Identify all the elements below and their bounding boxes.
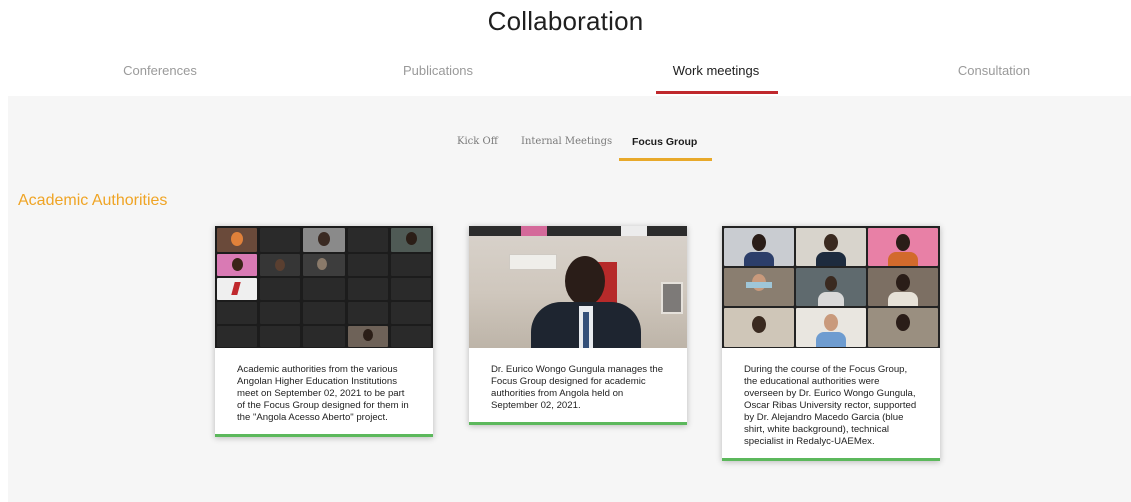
participant-tile (217, 278, 257, 300)
participant-tile (260, 302, 300, 324)
subtab-focus-group-label: Focus Group (632, 136, 698, 148)
participant-tile (348, 254, 388, 276)
participant-tile (796, 228, 866, 266)
participant-tile (217, 254, 257, 276)
participant-tile (217, 302, 257, 324)
participant-tile (303, 302, 345, 324)
participant-tile (348, 278, 388, 300)
participant-tile (868, 268, 938, 306)
participant-tile (391, 302, 431, 324)
participant-tile (217, 326, 257, 347)
main-tab-bar: Conferences Publications Work meetings C… (0, 60, 1131, 94)
participant-tile (391, 254, 431, 276)
participant-tile (217, 228, 257, 252)
participant-tile (724, 228, 794, 266)
sub-tab-bar: Kick Off Internal Meetings Focus Group (0, 134, 1131, 164)
speaker-tie (583, 312, 589, 348)
tab-work-meetings-label: Work meetings (672, 63, 760, 78)
zoom-gallery-photo (722, 226, 940, 348)
participant-tile (868, 308, 938, 347)
participant-tile (796, 308, 866, 347)
page-title: Collaboration (487, 6, 644, 36)
tab-work-meetings[interactable]: Work meetings (586, 60, 846, 94)
video-strip (469, 226, 687, 236)
card-caption: Dr. Eurico Wongo Gungula manages the Foc… (491, 364, 664, 411)
section-title: Academic Authorities (18, 192, 168, 209)
tab-consultation[interactable]: Consultation (864, 60, 1124, 82)
card-zoom-gallery[interactable]: During the course of the Focus Group, th… (722, 226, 940, 461)
participant-tile (303, 326, 345, 347)
air-conditioner (509, 254, 557, 270)
participant-tile (724, 268, 794, 306)
card-caption: Academic authorities from the various An… (237, 364, 409, 423)
participant-tile (260, 326, 300, 347)
participant-tile (303, 278, 345, 300)
participant-tile (348, 326, 388, 347)
participant-tile (868, 228, 938, 266)
zoom-grid-photo (215, 226, 433, 348)
speaker-photo (469, 226, 687, 348)
card-meeting-grid[interactable]: Academic authorities from the various An… (215, 226, 433, 437)
card-speaker[interactable]: Dr. Eurico Wongo Gungula manages the Foc… (469, 226, 687, 425)
participant-tile (391, 326, 431, 347)
speaker-head (565, 256, 605, 306)
participant-thumb (621, 226, 647, 236)
participant-tile (391, 278, 431, 300)
active-tab-underline (656, 91, 778, 94)
participant-tile (348, 228, 388, 252)
participant-tile (303, 254, 345, 276)
participant-thumb (521, 226, 547, 236)
active-subtab-underline (619, 158, 712, 161)
subtab-kick-off[interactable]: Kick Off (457, 134, 498, 150)
participant-tile (391, 228, 431, 252)
participant-tile (303, 228, 345, 252)
participant-tile (260, 228, 300, 252)
participant-tile (348, 302, 388, 324)
participant-tile (260, 254, 300, 276)
participant-tile (796, 268, 866, 306)
participant-tile (260, 278, 300, 300)
tab-conferences[interactable]: Conferences (30, 60, 290, 82)
card-caption: During the course of the Focus Group, th… (744, 364, 917, 447)
subtab-focus-group[interactable]: Focus Group (619, 134, 712, 161)
wall-frame (661, 282, 683, 314)
tab-publications[interactable]: Publications (308, 60, 568, 82)
subtab-internal-meetings[interactable]: Internal Meetings (521, 134, 612, 150)
participant-tile (724, 308, 794, 347)
